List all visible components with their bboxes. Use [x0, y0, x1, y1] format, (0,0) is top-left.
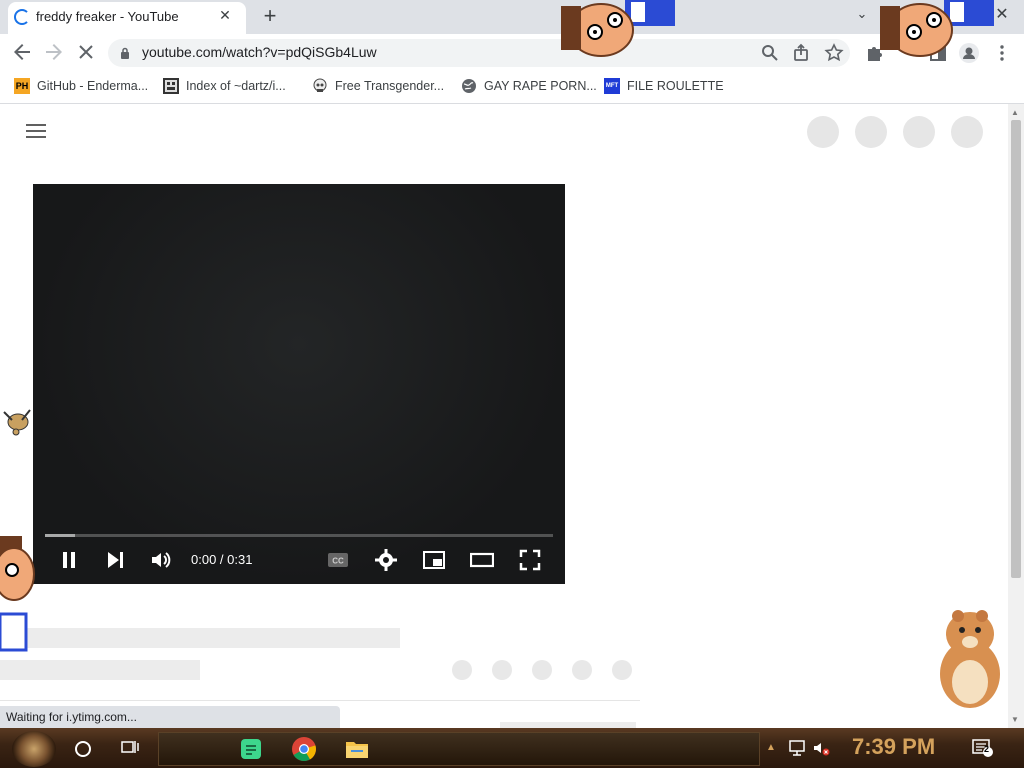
hamburger-menu-icon[interactable]	[26, 124, 46, 140]
action-skeleton	[572, 660, 592, 680]
task-view-icon[interactable]	[121, 739, 139, 755]
loading-spinner-icon	[14, 9, 30, 25]
video-player[interactable]: 0:00 / 0:31 CC	[33, 184, 565, 584]
bookmark-label: FILE ROULETTE	[627, 79, 724, 93]
url-text[interactable]: youtube.com/watch?v=pdQiSGb4Luw	[142, 44, 377, 60]
bookmark-file-roulette[interactable]: MFT FILE ROULETTE	[604, 77, 724, 95]
tray-overflow-icon[interactable]: ▲	[766, 742, 776, 753]
divider	[0, 700, 640, 701]
bookmark-free-transgender[interactable]: Free Transgender...	[312, 77, 444, 95]
mft-icon: MFT	[604, 78, 620, 94]
cartoon-head-sprite-icon	[561, 0, 675, 57]
search-zoom-icon[interactable]	[758, 41, 782, 65]
svg-text:CC: CC	[332, 557, 344, 566]
channel-skeleton	[0, 660, 200, 680]
notification-count: 2	[984, 744, 990, 754]
globe-icon	[461, 78, 477, 94]
bee-sprite-icon	[3, 409, 31, 436]
chrome-app-icon[interactable]	[291, 736, 317, 762]
cartoon-man-sprite-icon	[0, 536, 35, 652]
scroll-up-arrow-icon[interactable]: ▲	[1011, 108, 1019, 117]
time-display: 0:00 / 0:31	[191, 552, 253, 567]
stop-loading-icon[interactable]	[74, 40, 98, 64]
volume-muted-icon[interactable]	[812, 739, 830, 757]
volume-icon[interactable]	[143, 548, 179, 572]
placeholder-circle	[855, 116, 887, 148]
clock[interactable]: 7:39 PM	[852, 734, 935, 760]
next-icon[interactable]	[97, 548, 133, 572]
folder-icon	[163, 78, 179, 94]
bookmark-gay-rape[interactable]: GAY RAPE PORN...	[461, 77, 597, 95]
new-tab-button[interactable]: +	[258, 4, 282, 28]
share-icon[interactable]	[790, 41, 814, 65]
action-skeleton	[452, 660, 472, 680]
action-skeleton	[532, 660, 552, 680]
tab-title: freddy freaker - YouTube	[36, 9, 179, 24]
bookmark-label: GitHub - Enderma...	[37, 79, 149, 93]
theater-mode-icon[interactable]	[464, 548, 500, 572]
miniplayer-icon[interactable]	[416, 548, 452, 572]
cartoon-head-sprite-icon	[880, 0, 994, 57]
tab-close-icon[interactable]: ✕	[216, 6, 234, 24]
bookmark-star-icon[interactable]	[822, 41, 846, 65]
fullscreen-icon[interactable]	[512, 548, 548, 572]
network-icon[interactable]	[788, 739, 806, 757]
progress-bar[interactable]	[45, 534, 553, 537]
skull-icon	[312, 78, 328, 94]
pause-icon[interactable]	[51, 548, 87, 572]
placeholder-circle	[951, 116, 983, 148]
bookmark-label: Free Transgender...	[335, 79, 445, 93]
bookmark-label: Index of ~dartz/i...	[186, 79, 286, 93]
scrollbar-thumb[interactable]	[1011, 120, 1021, 578]
settings-gear-icon[interactable]	[368, 548, 404, 572]
scroll-down-arrow-icon[interactable]: ▼	[1011, 715, 1019, 724]
hamster-sprite-icon	[940, 610, 1000, 708]
progress-bar-fill	[45, 534, 75, 537]
search-circle-icon[interactable]	[75, 741, 91, 757]
action-skeleton	[612, 660, 632, 680]
placeholder-circle	[903, 116, 935, 148]
start-button[interactable]	[12, 731, 56, 767]
tab-search-chevron-icon[interactable]: ⌄	[850, 6, 874, 26]
lock-icon[interactable]	[119, 46, 131, 59]
notification-center-icon[interactable]: 2	[972, 738, 994, 758]
status-bubble: Waiting for i.ytimg.com...	[0, 706, 340, 728]
video-frame	[33, 184, 565, 584]
file-explorer-icon[interactable]	[345, 738, 369, 760]
bookmark-index-dartz[interactable]: Index of ~dartz/i...	[163, 77, 286, 95]
placeholder-circle	[807, 116, 839, 148]
action-skeleton	[492, 660, 512, 680]
back-arrow-icon[interactable]	[10, 40, 34, 64]
title-skeleton	[0, 628, 400, 648]
bookmark-github[interactable]: PH GitHub - Enderma...	[14, 77, 148, 95]
ph-badge-icon: PH	[14, 78, 30, 94]
forward-arrow-icon[interactable]	[42, 40, 66, 64]
captions-icon[interactable]: CC	[320, 548, 356, 572]
bookmark-label: GAY RAPE PORN...	[484, 79, 597, 93]
notes-app-icon[interactable]	[239, 737, 263, 761]
